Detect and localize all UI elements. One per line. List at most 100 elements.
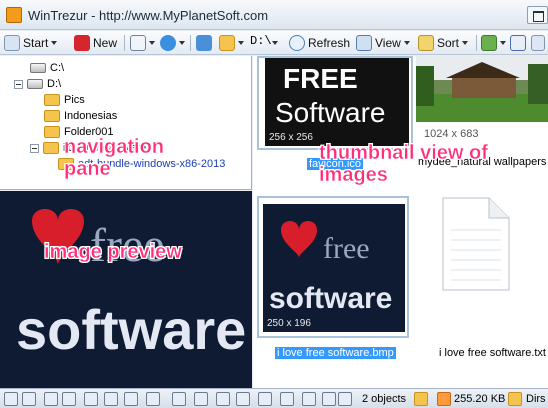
window-title: WinTrezur - http://www.MyPlanetSoft.com bbox=[28, 8, 269, 23]
objects-count: 2 objects bbox=[362, 393, 407, 405]
thumb-art-line3: software bbox=[269, 282, 392, 315]
collapse-icon[interactable] bbox=[30, 143, 39, 153]
collapse-icon[interactable] bbox=[14, 79, 23, 89]
annotation-image-preview: image preview bbox=[44, 241, 182, 263]
new-button[interactable]: New bbox=[74, 33, 117, 53]
chevron-down-icon bbox=[51, 41, 58, 45]
drive-icon bbox=[27, 79, 43, 89]
thumbnail-view: FREE Software 256 x 256 favicon.ico 1024… bbox=[253, 56, 548, 388]
folder-icon[interactable] bbox=[414, 392, 428, 406]
fullscreen-icon[interactable] bbox=[84, 392, 98, 406]
rotate-right-icon[interactable] bbox=[194, 392, 208, 406]
thumbnail-image: FREE Software 256 x 256 bbox=[265, 58, 409, 146]
tree-item-folder[interactable]: Indonesias bbox=[44, 108, 117, 124]
more-icon bbox=[531, 35, 545, 51]
settings-icon[interactable] bbox=[322, 392, 336, 406]
thumbnail-dimensions: 1024 x 683 bbox=[424, 128, 479, 140]
toolbar-separator bbox=[190, 35, 191, 51]
image-preview-pane: free software image preview bbox=[0, 191, 252, 388]
thumbnail-caption[interactable]: i love free software.txt bbox=[439, 347, 546, 359]
chevron-down-icon bbox=[179, 41, 185, 45]
folder-icon bbox=[44, 110, 60, 122]
folder-icon bbox=[219, 35, 235, 51]
toolbar: Start New D:\ Refresh View Sort bbox=[0, 31, 548, 55]
chevron-down-icon bbox=[462, 41, 469, 45]
next-icon[interactable] bbox=[258, 392, 272, 406]
image-tools-button[interactable] bbox=[481, 33, 506, 53]
tree-item-c-drive[interactable]: C:\ bbox=[30, 60, 64, 76]
slideshow-icon[interactable] bbox=[104, 392, 118, 406]
sort-icon bbox=[418, 35, 434, 51]
fit-icon[interactable] bbox=[4, 392, 18, 406]
drive-field[interactable]: D:\ bbox=[250, 34, 272, 52]
navigation-pane: C:\ D:\ Pics Indonesias Folder001 ilovef… bbox=[0, 56, 252, 190]
tree-item-folder[interactable]: Pics bbox=[44, 92, 85, 108]
start-label: Start bbox=[23, 36, 49, 50]
thumbnail-item[interactable]: free software 250 x 196 bbox=[257, 196, 409, 338]
toolbar-separator bbox=[476, 35, 477, 51]
fit-width-icon[interactable] bbox=[124, 392, 138, 406]
chevron-down-icon bbox=[272, 41, 278, 45]
folder-button[interactable] bbox=[219, 33, 244, 53]
search-icon[interactable] bbox=[146, 392, 160, 406]
back-arrow-icon bbox=[196, 35, 212, 51]
zoom-in-icon[interactable] bbox=[44, 392, 58, 406]
preview-image: free software bbox=[0, 191, 252, 388]
back-button[interactable] bbox=[196, 33, 212, 53]
tree-item-label: C:\ bbox=[50, 62, 65, 74]
refresh-icon bbox=[289, 35, 305, 51]
selected-caption: i love free software.bmp bbox=[275, 347, 396, 359]
thumbnail-dimensions: 256 x 256 bbox=[269, 132, 313, 143]
new-label: New bbox=[93, 36, 118, 50]
image-icon bbox=[481, 35, 497, 51]
sort-button[interactable]: Sort bbox=[418, 33, 469, 53]
last-icon[interactable] bbox=[280, 392, 294, 406]
network-icon bbox=[510, 35, 526, 51]
annotation-thumbnail-view: thumbnail view of images bbox=[319, 142, 488, 186]
refresh-button[interactable]: Refresh bbox=[289, 33, 350, 53]
title-bar: WinTrezur - http://www.MyPlanetSoft.com bbox=[0, 0, 548, 30]
thumbnail-item[interactable]: FREE Software 256 x 256 bbox=[257, 56, 413, 150]
folder-icon bbox=[44, 126, 60, 138]
more-button[interactable] bbox=[531, 33, 545, 53]
folder-icon bbox=[43, 142, 59, 154]
maximize-button[interactable] bbox=[527, 6, 548, 24]
actual-size-icon[interactable] bbox=[22, 392, 36, 406]
tree-item-label: Pics bbox=[64, 94, 85, 106]
copy-icon bbox=[130, 35, 146, 51]
thumbnail-text-file[interactable] bbox=[437, 196, 513, 292]
dirs-label: Dirs bbox=[526, 393, 546, 405]
tree-item-label: D:\ bbox=[47, 78, 62, 90]
info-icon[interactable] bbox=[302, 392, 316, 406]
chevron-down-icon bbox=[500, 41, 506, 45]
app-icon bbox=[6, 7, 22, 23]
thumbnail-dimensions: 250 x 196 bbox=[267, 318, 311, 329]
rotate-left-icon[interactable] bbox=[172, 392, 186, 406]
thumbnail-image: free software 250 x 196 bbox=[263, 204, 405, 332]
drive-dropdown[interactable] bbox=[272, 33, 278, 53]
drive-icon bbox=[30, 63, 46, 73]
tree-item-label: Indonesias bbox=[64, 110, 118, 122]
chevron-down-icon bbox=[149, 41, 155, 45]
tree-item-d-drive[interactable]: D:\ bbox=[14, 76, 61, 92]
dirs-icon bbox=[508, 392, 522, 406]
add-button[interactable] bbox=[160, 33, 185, 53]
network-button[interactable] bbox=[510, 33, 526, 53]
sort-label: Sort bbox=[437, 36, 460, 50]
copy-button[interactable] bbox=[130, 33, 155, 53]
toolbar-separator bbox=[124, 35, 125, 51]
new-icon bbox=[74, 35, 90, 51]
thumbnail-image-house[interactable] bbox=[416, 56, 548, 122]
view-button[interactable]: View bbox=[356, 33, 410, 53]
previous-icon[interactable] bbox=[236, 392, 250, 406]
folder-icon bbox=[44, 94, 60, 106]
help-icon[interactable] bbox=[338, 392, 352, 406]
thumb-art-line2: free bbox=[323, 232, 370, 265]
view-icon bbox=[356, 35, 372, 51]
zoom-out-icon[interactable] bbox=[62, 392, 76, 406]
thumbnail-caption[interactable]: i love free software.bmp bbox=[275, 347, 396, 359]
first-icon[interactable] bbox=[216, 392, 230, 406]
size-icon bbox=[437, 392, 451, 406]
thumb-art-line1: FREE bbox=[283, 63, 358, 94]
start-button[interactable]: Start bbox=[4, 33, 58, 53]
